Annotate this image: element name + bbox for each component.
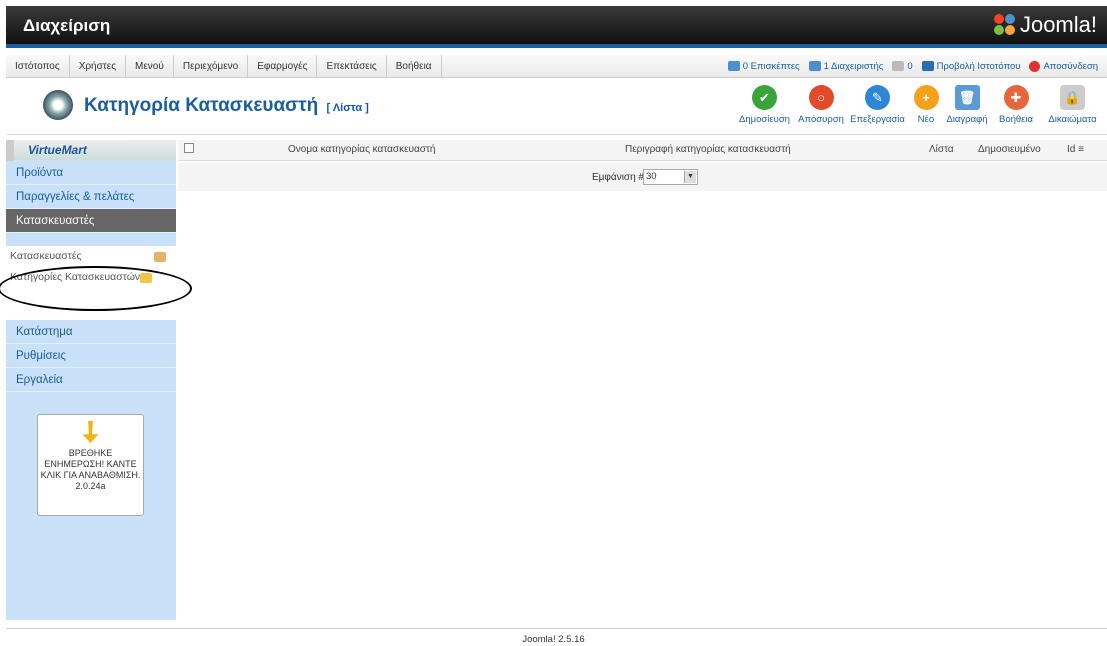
help-button[interactable]: ✚ Βοήθεια: [995, 85, 1037, 125]
category-icon: [43, 90, 73, 120]
joomla-logo: Joomla!: [993, 12, 1097, 38]
menu-extensions[interactable]: Επεκτάσεις: [317, 54, 387, 78]
admins-status[interactable]: 1 Διαχειριστής: [808, 61, 883, 72]
menu-menus[interactable]: Μενού: [126, 54, 174, 78]
menu-help[interactable]: Βοήθεια: [387, 54, 442, 78]
column-list[interactable]: Λίστα: [929, 144, 954, 155]
toolbar: ✔ Δημοσίευση ○ Απόσυρση ✎ Επεξεργασία + Νέο …: [729, 85, 1101, 125]
page-subtitle: [ Λίστα ]: [326, 102, 369, 114]
permissions-button[interactable]: 🔒 Δικαιώματα: [1044, 85, 1101, 125]
warning-arrow-icon: [82, 421, 99, 443]
sidebar: VirtueMart Προϊόντα Παραγγελίες & πελάτε…: [6, 140, 176, 620]
collapse-handle[interactable]: [6, 140, 14, 161]
menu-content[interactable]: Περιεχόμενο: [174, 54, 249, 78]
column-id[interactable]: Id ≡: [1067, 144, 1084, 155]
display-label: Εμφάνιση #: [592, 172, 644, 183]
update-notice[interactable]: ΒΡΕΘΗΚΕ ΕΝΗΜΕΡΩΣΗ! ΚΑΝΤΕ ΚΛΙΚ ΓΙΑ ΑΝΑΒΑΘ…: [37, 414, 144, 516]
check-icon: ✔: [752, 85, 777, 110]
sort-icon: ≡: [1078, 144, 1084, 155]
main-menu: Ιστότοπος Χρήστες Μενού Περιεχόμενο Εφαρ…: [6, 54, 1107, 78]
sidebar-item-manufacturers[interactable]: Κατασκευαστές: [6, 209, 176, 233]
delete-button[interactable]: 🗑 Διαγραφή: [946, 85, 988, 125]
footer-divider: [6, 628, 1107, 629]
sidebar-item-store[interactable]: Κατάστημα: [6, 320, 176, 344]
admins-icon: [808, 61, 821, 71]
sidebar-item-tools[interactable]: Εργαλεία: [6, 368, 176, 392]
page-title: Κατηγορία Κατασκευαστή [ Λίστα ]: [84, 95, 369, 116]
lifebuoy-icon: ✚: [1003, 85, 1029, 110]
messages-status[interactable]: 0: [892, 61, 913, 72]
sidebar-item-settings[interactable]: Ρυθμίσεις: [6, 344, 176, 368]
virtuemart-logo: VirtueMart: [6, 140, 176, 161]
new-button[interactable]: + Νέο: [913, 85, 939, 125]
column-description[interactable]: Περιγραφή κατηγορίας κατασκευαστή: [625, 144, 791, 155]
edit-button[interactable]: ✎ Επεξεργασία: [849, 85, 906, 125]
table-header: Ονομα κατηγορίας κατασκευαστή Περιγραφή …: [178, 140, 1107, 161]
display-count-select[interactable]: 30 ▼: [643, 169, 698, 185]
admin-title: Διαχείριση: [23, 16, 111, 35]
trash-icon: 🗑: [954, 85, 980, 110]
publish-button[interactable]: ✔ Δημοσίευση: [736, 85, 793, 125]
view-site-link[interactable]: Προβολή Ιστοτόπου: [921, 61, 1020, 72]
lock-icon: 🔒: [1060, 85, 1085, 110]
column-name[interactable]: Ονομα κατηγορίας κατασκευαστή: [288, 144, 436, 155]
highlight-ellipse: [0, 266, 192, 311]
menu-users[interactable]: Χρήστες: [70, 54, 127, 78]
sidebar-subitem-manufacturers[interactable]: Κατασκευαστές: [6, 246, 176, 267]
dropdown-arrow-icon: ▼: [684, 171, 696, 183]
pagination-row: Εμφάνιση # 30 ▼: [178, 163, 1107, 191]
joomla-logo-icon: [993, 14, 1016, 36]
visitors-icon: [727, 61, 740, 71]
unpublish-icon: ○: [808, 85, 834, 110]
plus-icon: +: [913, 85, 939, 110]
logout-link[interactable]: Αποσύνδεση: [1029, 60, 1098, 72]
status-bar: 0 Επισκέπτες 1 Διαχειριστής 0 Προβολή Ισ…: [727, 60, 1107, 72]
admin-header: Διαχείριση Joomla!: [6, 6, 1107, 48]
unpublish-button[interactable]: ○ Απόσυρση: [798, 85, 844, 125]
wrench-icon: [154, 252, 166, 262]
page-header: Κατηγορία Κατασκευαστή [ Λίστα ] ✔ Δημοσί…: [6, 81, 1107, 135]
monitor-icon: [921, 61, 934, 71]
select-all-checkbox[interactable]: [184, 143, 194, 153]
mail-icon: [892, 61, 905, 71]
pencil-icon: ✎: [865, 85, 890, 110]
sidebar-item-orders[interactable]: Παραγγελίες & πελάτες: [6, 185, 176, 209]
column-published[interactable]: Δημοσιευμένο: [978, 144, 1041, 155]
sidebar-item-products[interactable]: Προϊόντα: [6, 161, 176, 185]
menu-components[interactable]: Εφαρμογές: [248, 54, 318, 78]
footer-version: Joomla! 2.5.16: [522, 634, 585, 645]
logout-icon: [1029, 60, 1041, 72]
visitors-status[interactable]: 0 Επισκέπτες: [727, 61, 800, 72]
menu-site[interactable]: Ιστότοπος: [6, 54, 70, 78]
